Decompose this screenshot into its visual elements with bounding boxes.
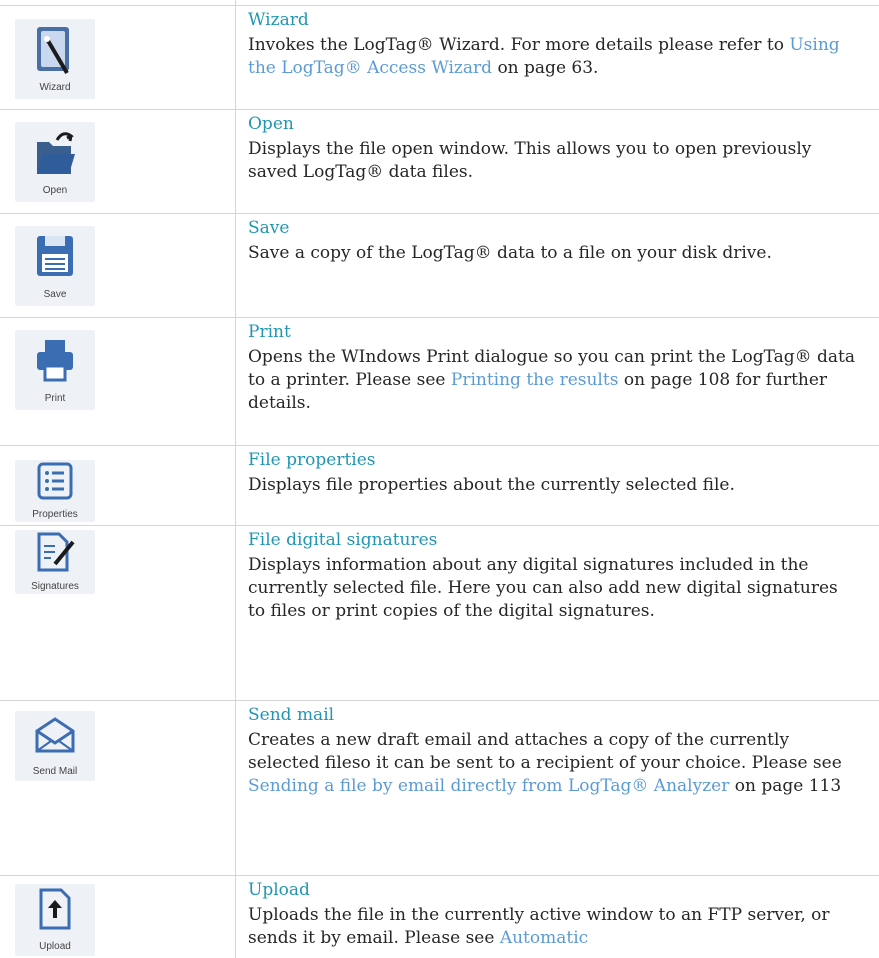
save-button[interactable]: Save	[15, 226, 95, 306]
cross-reference-link[interactable]: Automatic	[500, 928, 588, 948]
signature-document-icon	[37, 532, 75, 572]
cross-reference-link[interactable]: Sending a file by email directly from Lo…	[248, 776, 729, 796]
icon-label: Send Mail	[32, 766, 78, 777]
entry-description: Displays file properties about the curre…	[248, 475, 735, 495]
table-row: Send Mail Send mail Creates a new draft …	[0, 701, 879, 875]
entry-description: Opens the WIndows Print dialogue so you …	[248, 347, 856, 413]
entry-description: Displays the file open window. This allo…	[248, 139, 812, 182]
printer-icon	[37, 340, 73, 382]
entry-description: Uploads the file in the currently active…	[248, 905, 830, 948]
entry-title: Send mail	[248, 705, 335, 725]
table-row: Signatures File digital signatures Displ…	[0, 526, 879, 700]
properties-list-icon	[37, 462, 73, 500]
open-button[interactable]: Open	[15, 122, 95, 202]
icon-label: Wizard	[39, 82, 71, 93]
entry-title: File digital signatures	[248, 530, 438, 550]
icon-label: Save	[43, 289, 67, 300]
upload-button[interactable]: Upload	[15, 884, 95, 956]
table-row: Print Print Opens the WIndows Print dial…	[0, 318, 879, 445]
print-button[interactable]: Print	[15, 330, 95, 410]
entry-description: Displays information about any digital s…	[248, 555, 838, 621]
entry-title: Save	[248, 218, 290, 238]
entry-description: Invokes the LogTag® Wizard. For more det…	[248, 35, 840, 78]
entry-title: File properties	[248, 450, 376, 470]
entry-title: Upload	[248, 880, 310, 900]
upload-icon	[39, 888, 71, 930]
folder-open-icon	[37, 132, 75, 174]
icon-label: Print	[44, 393, 66, 404]
table-row: Wizard Wizard Invokes the LogTag® Wizard…	[0, 6, 879, 109]
icon-label: Signatures	[31, 581, 79, 592]
wizard-button[interactable]: Wizard	[15, 19, 95, 99]
properties-button[interactable]: Properties	[15, 460, 95, 522]
icon-label: Properties	[32, 509, 78, 520]
table-row: Save Save Save a copy of the LogTag® dat…	[0, 214, 879, 317]
send-mail-button[interactable]: Send Mail	[15, 711, 95, 781]
entry-title: Print	[248, 322, 291, 342]
envelope-icon	[35, 717, 75, 753]
table-row: Upload Upload Uploads the file in the cu…	[0, 876, 879, 958]
cross-reference-link[interactable]: Printing the results	[451, 370, 619, 390]
entry-title: Open	[248, 114, 294, 134]
icon-label: Open	[42, 185, 68, 196]
signatures-button[interactable]: Signatures	[15, 530, 95, 594]
table-row: Properties File properties Displays file…	[0, 446, 879, 525]
entry-description: Save a copy of the LogTag® data to a fil…	[248, 243, 772, 263]
entry-title: Wizard	[248, 10, 309, 30]
entry-description: Creates a new draft email and attaches a…	[248, 730, 842, 796]
table-row: Open Open Displays the file open window.…	[0, 110, 879, 213]
floppy-disk-icon	[37, 236, 73, 276]
wizard-icon	[37, 27, 69, 75]
icon-label: Upload	[39, 941, 71, 952]
